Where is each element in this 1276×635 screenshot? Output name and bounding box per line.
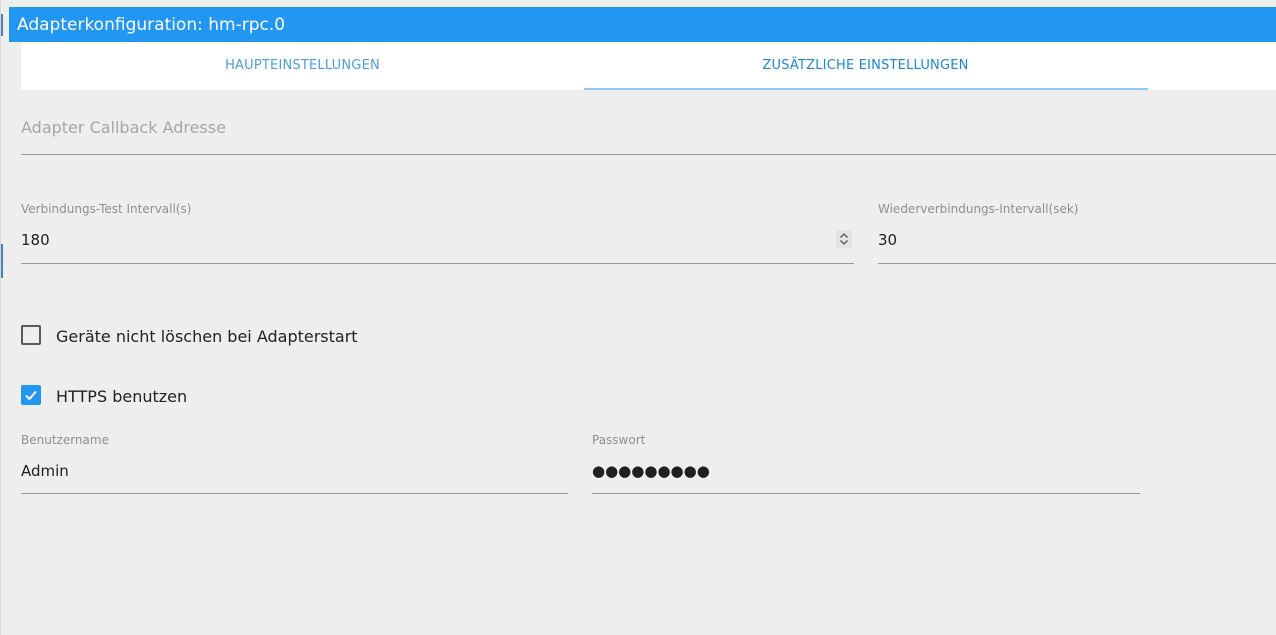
username-underline — [21, 493, 568, 494]
dont-delete-devices-label: Geräte nicht löschen bei Adapterstart — [56, 326, 358, 346]
window-top-strip — [1, 0, 1276, 7]
username-input[interactable]: Admin — [21, 462, 69, 480]
number-spinner-icon[interactable] — [836, 230, 852, 248]
callback-address-placeholder: Adapter Callback Adresse — [21, 118, 226, 137]
reconnect-interval-underline — [878, 263, 1276, 264]
use-https-label: HTTPS benutzen — [56, 386, 188, 406]
use-https-row[interactable]: HTTPS benutzen — [21, 384, 187, 408]
left-edge-marker — [1, 14, 3, 36]
connection-test-interval-field[interactable]: Verbindungs-Test Intervall(s) 180 — [21, 200, 854, 266]
reconnect-interval-field[interactable]: Wiederverbindungs-Intervall(sek) 30 — [878, 200, 1276, 266]
username-field[interactable]: Benutzername Admin — [21, 431, 568, 497]
callback-address-field[interactable]: Adapter Callback Adresse — [21, 104, 1276, 156]
reconnect-interval-label: Wiederverbindungs-Intervall(sek) — [878, 202, 1079, 216]
password-input[interactable]: ●●●●●●●●● — [592, 462, 710, 480]
password-underline — [592, 493, 1140, 494]
dont-delete-devices-checkbox[interactable] — [21, 325, 41, 345]
reconnect-interval-input[interactable]: 30 — [878, 231, 897, 249]
left-edge-marker — [1, 244, 3, 278]
adapter-config-dialog: Adapterkonfiguration: hm-rpc.0 HAUPTEINS… — [0, 0, 1276, 635]
dialog-title: Adapterkonfiguration: hm-rpc.0 — [9, 7, 1276, 42]
checkmark-icon — [25, 390, 37, 401]
tab-main-settings[interactable]: HAUPTEINSTELLUNGEN — [21, 42, 584, 90]
username-label: Benutzername — [21, 433, 109, 447]
tab-additional-settings[interactable]: ZUSÄTZLICHE EINSTELLUNGEN — [584, 42, 1147, 90]
password-field[interactable]: Passwort ●●●●●●●●● — [592, 431, 1140, 497]
connection-test-interval-underline — [21, 263, 854, 264]
use-https-checkbox[interactable] — [21, 385, 41, 405]
callback-address-underline — [21, 154, 1276, 155]
connection-test-interval-label: Verbindungs-Test Intervall(s) — [21, 202, 192, 216]
tab-bar: HAUPTEINSTELLUNGEN ZUSÄTZLICHE EINSTELLU… — [21, 42, 1276, 90]
active-tab-indicator — [584, 88, 1148, 90]
password-label: Passwort — [592, 433, 646, 447]
connection-test-interval-input[interactable]: 180 — [21, 231, 50, 249]
dont-delete-devices-row[interactable]: Geräte nicht löschen bei Adapterstart — [21, 324, 358, 348]
